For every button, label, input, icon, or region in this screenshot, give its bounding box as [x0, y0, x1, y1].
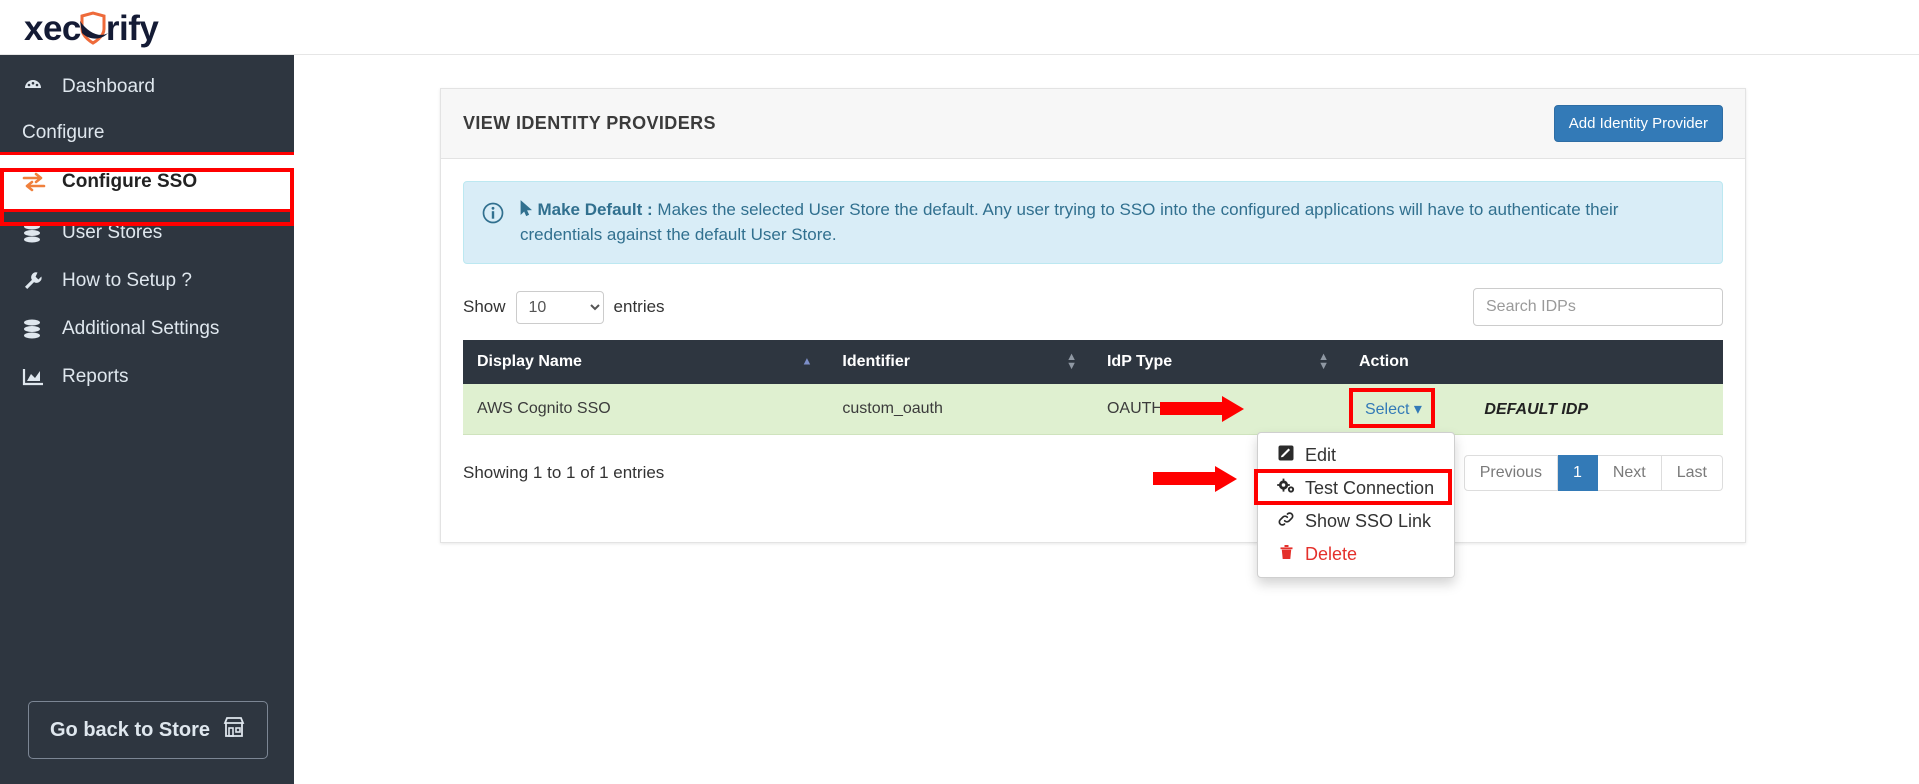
sort-arrows-icon: ▲ ▼ [1066, 351, 1077, 373]
column-header-idp-type[interactable]: IdP Type ▲ ▼ [1092, 340, 1345, 385]
go-back-to-store-button[interactable]: Go back to Store [28, 701, 268, 759]
add-identity-provider-button[interactable]: Add Identity Provider [1553, 105, 1723, 142]
table-body: AWS Cognito SSO custom_oauth OAUTH Selec… [463, 384, 1723, 436]
pagination-next[interactable]: Next [1597, 455, 1662, 492]
sort-arrows-icon: ▲ ▼ [1318, 351, 1329, 373]
sidebar-item-additional-settings[interactable]: Additional Settings [0, 305, 294, 353]
caret-down-icon: ▾ [1413, 401, 1422, 419]
dropdown-item-show-sso-link[interactable]: Show SSO Link [1258, 505, 1454, 538]
sidebar-item-label: Additional Settings [62, 318, 220, 339]
select-dropdown-button[interactable]: Select ▾ [1359, 397, 1428, 421]
pagination-previous[interactable]: Previous [1463, 455, 1558, 492]
sidebar-item-label: Reports [62, 366, 129, 387]
top-bar: xec rify [0, 0, 1919, 55]
entries-label: entries [613, 297, 665, 317]
exchange-arrows-icon [22, 172, 56, 192]
identity-providers-card: VIEW IDENTITY PROVIDERS Add Identity Pro… [440, 88, 1746, 543]
brand-name-first: xec [24, 8, 81, 48]
sidebar-item-label: Configure SSO [62, 171, 198, 192]
column-label: Identifier [842, 353, 910, 371]
sidebar-section-label: Configure [22, 122, 105, 143]
card-body: Make Default : Makes the selected User S… [441, 159, 1745, 492]
sidebar-item-dashboard[interactable]: Dashboard [0, 63, 294, 111]
cursor-pointer-icon [520, 200, 537, 219]
alert-body-text: Makes the selected User Store the defaul… [520, 200, 1619, 244]
pagination-page-1[interactable]: 1 [1557, 455, 1598, 492]
page-title: VIEW IDENTITY PROVIDERS [463, 113, 716, 133]
pagination-last[interactable]: Last [1661, 455, 1723, 492]
alert-strong-text: Make Default : [537, 200, 653, 219]
table-footer: Showing 1 to 1 of 1 entries Previous 1 N… [463, 455, 1723, 492]
info-circle-icon [482, 202, 504, 224]
database-icon [22, 222, 56, 244]
column-header-identifier[interactable]: Identifier ▲ ▼ [828, 340, 1093, 385]
page-length-control: Show 10 25 50 100 entries [463, 290, 665, 324]
alert-text-wrap: Make Default : Makes the selected User S… [520, 198, 1704, 247]
action-dropdown-menu: Edit Test Connection Show SSO Link Delet… [1254, 432, 1455, 578]
sidebar-item-configure-sso[interactable]: Configure SSO [0, 152, 297, 212]
sidebar-item-user-stores[interactable]: User Stores [0, 209, 294, 257]
card-header: VIEW IDENTITY PROVIDERS Add Identity Pro… [441, 89, 1745, 159]
cell-action: Select ▾ DEFAULT IDP [1344, 384, 1723, 436]
sidebar: Dashboard Configure Configure SSO User S… [0, 55, 297, 784]
brand-logo[interactable]: xec rify [24, 4, 159, 52]
identity-providers-table: Display Name ▲ Identifier ▲ ▼ IdP Type ▲… [463, 340, 1723, 436]
main-content: VIEW IDENTITY PROVIDERS Add Identity Pro… [294, 55, 1919, 784]
select-button-label: Select [1364, 401, 1410, 419]
cell-idp-type: OAUTH [1092, 384, 1345, 436]
dropdown-item-edit[interactable]: Edit [1258, 439, 1454, 472]
make-default-info-alert: Make Default : Makes the selected User S… [463, 181, 1723, 265]
column-label: Action [1358, 353, 1409, 371]
page-length-select[interactable]: 10 25 50 100 [515, 290, 604, 324]
sidebar-item-label: Dashboard [62, 76, 155, 97]
trash-icon [1276, 544, 1296, 565]
wrench-icon [22, 270, 56, 292]
entries-info: Showing 1 to 1 of 1 entries [463, 463, 665, 483]
column-label: Display Name [477, 353, 582, 371]
store-icon [222, 716, 246, 744]
speedometer-icon [22, 76, 56, 98]
shield-icon [78, 11, 108, 45]
dropdown-item-delete[interactable]: Delete [1258, 538, 1454, 571]
sidebar-item-label: How to Setup ? [62, 270, 192, 291]
show-label: Show [463, 297, 506, 317]
database-icon [22, 318, 56, 340]
table-controls: Show 10 25 50 100 entries [463, 288, 1723, 327]
sidebar-item-reports[interactable]: Reports [0, 353, 294, 401]
default-idp-badge: DEFAULT IDP [1484, 401, 1589, 419]
pagination: Previous 1 Next Last [1463, 455, 1723, 492]
dropdown-item-test-connection[interactable]: Test Connection [1258, 472, 1454, 505]
select-dropdown-wrap: Select ▾ [1348, 388, 1435, 429]
sidebar-item-how-to-setup[interactable]: How to Setup ? [0, 257, 294, 305]
column-header-display-name[interactable]: Display Name ▲ [463, 340, 829, 385]
column-header-action: Action [1344, 340, 1723, 385]
column-label: IdP Type [1106, 353, 1173, 371]
link-chain-icon [1276, 511, 1296, 532]
table-head: Display Name ▲ Identifier ▲ ▼ IdP Type ▲… [463, 340, 1723, 385]
cell-identifier: custom_oauth [828, 384, 1093, 436]
dropdown-item-label: Delete [1305, 544, 1358, 564]
chart-area-icon [22, 367, 56, 387]
dropdown-item-label: Show SSO Link [1305, 511, 1432, 531]
store-button-label: Go back to Store [49, 718, 211, 741]
dropdown-item-label: Test Connection [1305, 478, 1435, 498]
sidebar-section-configure: Configure [0, 111, 294, 155]
table-row: AWS Cognito SSO custom_oauth OAUTH Selec… [463, 384, 1723, 436]
sidebar-item-label: User Stores [62, 222, 163, 243]
search-input[interactable] [1473, 288, 1723, 327]
pencil-square-icon [1276, 445, 1296, 466]
dropdown-item-label: Edit [1305, 445, 1337, 465]
brand-name-second: rify [105, 8, 159, 48]
table-header-row: Display Name ▲ Identifier ▲ ▼ IdP Type ▲… [463, 340, 1723, 385]
sort-arrows-icon: ▲ [801, 355, 813, 368]
gears-icon [1276, 478, 1296, 499]
cell-display-name: AWS Cognito SSO [463, 384, 829, 436]
